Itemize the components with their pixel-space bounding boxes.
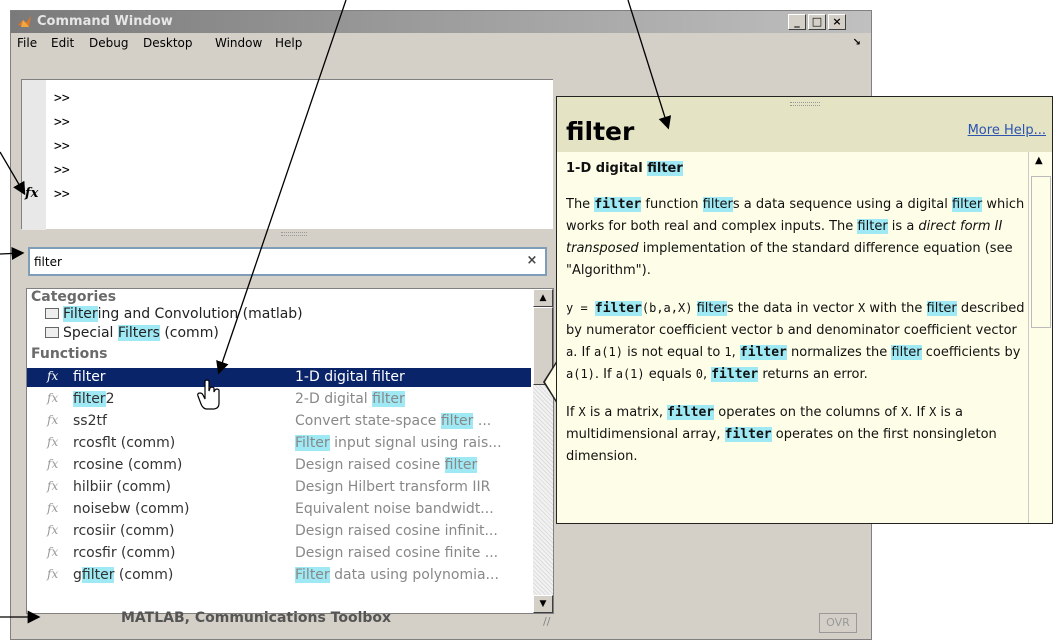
function-icon: fx <box>47 369 59 383</box>
function-name: ss2tf <box>73 413 107 429</box>
function-description: Filter input signal using rais... <box>295 435 502 451</box>
source-label: MATLAB, Communications Toolbox <box>121 610 392 626</box>
command-prompt: >> <box>54 163 70 178</box>
search-input[interactable] <box>32 252 512 271</box>
scroll-up-icon[interactable]: ▲ <box>1035 155 1043 166</box>
function-description: 1-D digital filter <box>295 369 405 385</box>
command-prompt: >> <box>54 115 70 130</box>
status-bar: MATLAB, Communications Toolbox // OVR <box>11 607 871 640</box>
function-row[interactable]: fx rcosiir (comm) Design raised cosine inf… <box>27 522 531 541</box>
function-name: rcosine (comm) <box>73 457 183 473</box>
menu-desktop[interactable]: Desktop <box>143 36 193 50</box>
scroll-up-icon[interactable]: ▲ <box>533 289 553 307</box>
function-description: Convert state-space filter ... <box>295 413 492 429</box>
function-name: noisebw (comm) <box>73 501 190 517</box>
function-icon: fx <box>47 435 59 449</box>
function-description: Filter data using polynomia... <box>295 567 499 583</box>
function-icon: fx <box>47 479 59 493</box>
overwrite-indicator: OVR <box>819 613 857 633</box>
category-item[interactable]: Special Filters (comm) <box>45 325 219 341</box>
command-prompt: >> <box>54 187 70 202</box>
help-body: 1-D digital filter The filter function f… <box>566 159 1026 484</box>
command-prompt: >> <box>54 91 70 106</box>
menu-file[interactable]: File <box>17 36 37 50</box>
function-name: rcosiir (comm) <box>73 523 175 539</box>
functions-header: Functions <box>31 346 108 362</box>
function-icon: fx <box>47 391 59 405</box>
help-scrollbar[interactable]: ▲ <box>1028 152 1052 523</box>
function-icon: fx <box>47 523 59 537</box>
help-paragraph: y = filter(b,a,X) filters the data in ve… <box>566 301 1025 382</box>
title-bar[interactable]: Command Window _ □ × <box>11 11 871 33</box>
help-paragraph: The filter function filters a data seque… <box>566 197 1025 278</box>
popup-grip[interactable] <box>790 102 820 106</box>
undock-icon[interactable]: ↘ <box>853 37 861 48</box>
menu-bar: File Edit Debug Desktop Window Help ↘ <box>11 34 871 54</box>
minimize-button[interactable]: _ <box>788 14 806 30</box>
menu-edit[interactable]: Edit <box>51 36 74 50</box>
function-row[interactable]: fx rcosflt (comm) Filter input signal usin… <box>27 434 531 453</box>
folder-icon <box>45 308 59 319</box>
function-icon: fx <box>47 413 59 427</box>
more-help-link[interactable]: More Help... <box>968 123 1046 138</box>
maximize-button[interactable]: □ <box>808 14 826 30</box>
function-description: Design raised cosine filter <box>295 457 478 473</box>
function-row[interactable]: fx hilbiir (comm) Design Hilbert transform… <box>27 478 531 497</box>
function-row[interactable]: fx gfilter (comm) Filter data using polyno… <box>27 566 531 585</box>
matlab-logo-icon <box>18 16 31 27</box>
command-prompt: >> <box>54 139 70 154</box>
function-name: rcosflt (comm) <box>73 435 176 451</box>
category-item[interactable]: Filtering and Convolution (matlab) <box>45 306 303 322</box>
function-icon: fx <box>47 501 59 515</box>
function-row[interactable]: fx rcosfir (comm) Design raised cosine fin… <box>27 544 531 563</box>
help-header: filter More Help... <box>557 97 1052 152</box>
help-scroll-thumb[interactable] <box>1031 176 1051 328</box>
splitter-grip[interactable] <box>281 232 307 236</box>
function-name: rcosfir (comm) <box>73 545 176 561</box>
list-scrollbar[interactable]: ▲ ▼ <box>533 289 553 613</box>
function-row[interactable]: fx ss2tf Convert state-space filter ... <box>27 412 531 431</box>
menu-debug[interactable]: Debug <box>89 36 128 50</box>
command-gutter <box>22 80 46 230</box>
function-description: Design Hilbert transform IIR <box>295 479 491 495</box>
function-name: hilbiir (comm) <box>73 479 171 495</box>
function-name: filter <box>73 369 106 385</box>
window-title: Command Window <box>37 14 173 29</box>
help-paragraph: If X is a matrix, filter operates on the… <box>566 405 997 464</box>
function-description: Equivalent noise bandwidt... <box>295 501 494 517</box>
function-description: 2-D digital filter <box>295 391 405 407</box>
function-browser-fx-icon[interactable]: fx <box>25 186 38 201</box>
close-button[interactable]: × <box>828 14 846 30</box>
function-browser-list: Categories Filtering and Convolution (ma… <box>26 288 554 614</box>
folder-icon <box>45 327 59 338</box>
function-icon: fx <box>47 545 59 559</box>
function-row[interactable]: fx rcosine (comm) Design raised cosine fil… <box>27 456 531 475</box>
resize-grip-icon[interactable]: // <box>543 615 550 628</box>
function-name: filter2 <box>73 391 115 407</box>
search-box: × <box>28 247 547 276</box>
menu-window[interactable]: Window <box>215 36 262 50</box>
help-subtitle: 1-D digital filter <box>566 161 683 176</box>
categories-header: Categories <box>31 289 117 305</box>
function-row[interactable]: fx filter 1-D digital filter <box>27 368 531 387</box>
function-row[interactable]: fx filter2 2-D digital filter <box>27 390 531 409</box>
hand-cursor-icon <box>197 379 220 410</box>
function-description: Design raised cosine finite ... <box>295 545 499 561</box>
clear-search-button[interactable]: × <box>523 252 541 270</box>
function-name: gfilter (comm) <box>73 567 174 583</box>
menu-help[interactable]: Help <box>275 36 302 50</box>
help-title: filter <box>566 117 635 146</box>
help-popup: filter More Help... 1-D digital filter T… <box>556 96 1053 524</box>
function-row[interactable]: fx noisebw (comm) Equivalent noise bandwid… <box>27 500 531 519</box>
function-description: Design raised cosine infinit... <box>295 523 498 539</box>
function-icon: fx <box>47 567 59 581</box>
function-icon: fx <box>47 457 59 471</box>
command-pane[interactable] <box>21 79 553 230</box>
